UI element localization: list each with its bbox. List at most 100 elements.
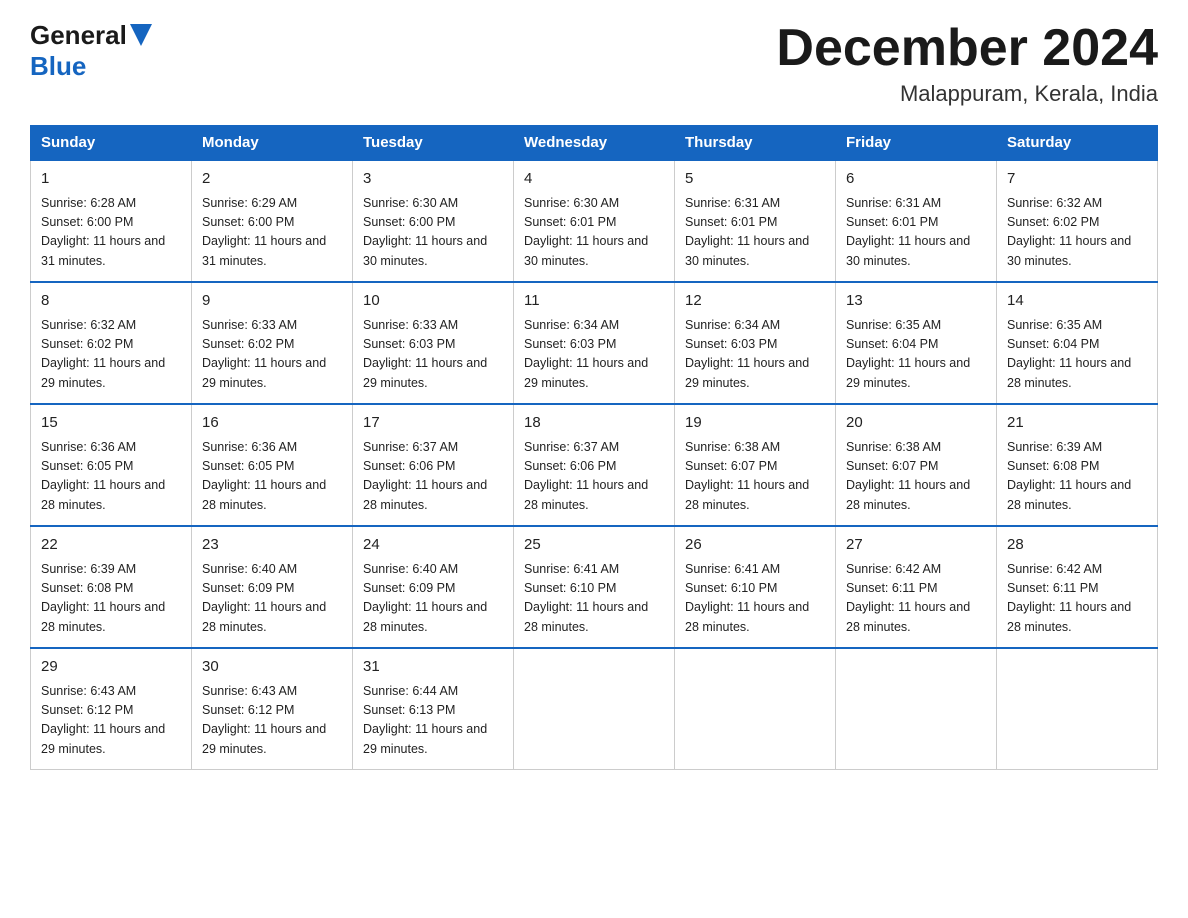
day-info: Sunrise: 6:36 AMSunset: 6:05 PMDaylight:…: [202, 438, 342, 516]
calendar-day-cell: 21Sunrise: 6:39 AMSunset: 6:08 PMDayligh…: [997, 404, 1158, 526]
calendar-day-header: Thursday: [675, 126, 836, 161]
calendar-day-cell: 14 Sunrise: 6:35 AMSunset: 6:04 PMDayligh…: [997, 282, 1158, 404]
logo-arrow-icon: [130, 24, 152, 46]
day-number: 6: [846, 168, 986, 191]
day-info: Sunrise: 6:43 AMSunset: 6:12 PMDaylight:…: [41, 682, 181, 760]
day-info: Sunrise: 6:40 AMSunset: 6:09 PMDaylight:…: [202, 560, 342, 638]
logo: General Blue: [30, 20, 152, 82]
day-info: Sunrise: 6:30 AMSunset: 6:01 PMDaylight:…: [524, 194, 664, 272]
calendar-day-cell: 23 Sunrise: 6:40 AMSunset: 6:09 PMDayligh…: [192, 526, 353, 648]
day-info: Sunrise: 6:28 AMSunset: 6:00 PMDaylight:…: [41, 194, 181, 272]
day-info: Sunrise: 6:35 AMSunset: 6:04 PMDaylight:…: [1007, 316, 1147, 394]
calendar-week-row: 8 Sunrise: 6:32 AMSunset: 6:02 PMDaylight…: [31, 282, 1158, 404]
title-block: December 2024 Malappuram, Kerala, India: [776, 20, 1158, 107]
day-info: Sunrise: 6:32 AMSunset: 6:02 PMDaylight:…: [41, 316, 181, 394]
calendar-day-cell: 5 Sunrise: 6:31 AMSunset: 6:01 PMDaylight…: [675, 160, 836, 282]
day-number: 17: [363, 412, 503, 435]
calendar-empty-cell: [514, 648, 675, 770]
day-info: Sunrise: 6:34 AMSunset: 6:03 PMDaylight:…: [685, 316, 825, 394]
day-number: 2: [202, 168, 342, 191]
day-number: 18: [524, 412, 664, 435]
day-info: Sunrise: 6:36 AMSunset: 6:05 PMDaylight:…: [41, 438, 181, 516]
calendar-day-cell: 6 Sunrise: 6:31 AMSunset: 6:01 PMDaylight…: [836, 160, 997, 282]
calendar-week-row: 1 Sunrise: 6:28 AMSunset: 6:00 PMDaylight…: [31, 160, 1158, 282]
calendar-day-header: Tuesday: [353, 126, 514, 161]
day-info: Sunrise: 6:42 AMSunset: 6:11 PMDaylight:…: [1007, 560, 1147, 638]
day-number: 14: [1007, 290, 1147, 313]
calendar-day-cell: 29 Sunrise: 6:43 AMSunset: 6:12 PMDayligh…: [31, 648, 192, 770]
day-info: Sunrise: 6:35 AMSunset: 6:04 PMDaylight:…: [846, 316, 986, 394]
calendar-day-cell: 30Sunrise: 6:43 AMSunset: 6:12 PMDayligh…: [192, 648, 353, 770]
day-info: Sunrise: 6:39 AMSunset: 6:08 PMDaylight:…: [41, 560, 181, 638]
calendar-day-cell: 9 Sunrise: 6:33 AMSunset: 6:02 PMDaylight…: [192, 282, 353, 404]
day-number: 5: [685, 168, 825, 191]
day-number: 10: [363, 290, 503, 313]
calendar-empty-cell: [836, 648, 997, 770]
day-info: Sunrise: 6:31 AMSunset: 6:01 PMDaylight:…: [846, 194, 986, 272]
day-info: Sunrise: 6:33 AMSunset: 6:03 PMDaylight:…: [363, 316, 503, 394]
calendar-week-row: 22 Sunrise: 6:39 AMSunset: 6:08 PMDayligh…: [31, 526, 1158, 648]
calendar-day-cell: 8 Sunrise: 6:32 AMSunset: 6:02 PMDaylight…: [31, 282, 192, 404]
calendar-day-cell: 15 Sunrise: 6:36 AMSunset: 6:05 PMDayligh…: [31, 404, 192, 526]
calendar-week-row: 29 Sunrise: 6:43 AMSunset: 6:12 PMDayligh…: [31, 648, 1158, 770]
logo-blue-text: Blue: [30, 51, 86, 82]
calendar-header-row: SundayMondayTuesdayWednesdayThursdayFrid…: [31, 126, 1158, 161]
day-number: 13: [846, 290, 986, 313]
calendar-day-cell: 18 Sunrise: 6:37 AMSunset: 6:06 PMDayligh…: [514, 404, 675, 526]
day-number: 1: [41, 168, 181, 191]
calendar-day-cell: 24 Sunrise: 6:40 AMSunset: 6:09 PMDayligh…: [353, 526, 514, 648]
day-number: 15: [41, 412, 181, 435]
day-number: 26: [685, 534, 825, 557]
day-number: 24: [363, 534, 503, 557]
calendar-day-header: Friday: [836, 126, 997, 161]
calendar-table: SundayMondayTuesdayWednesdayThursdayFrid…: [30, 125, 1158, 770]
day-number: 29: [41, 656, 181, 679]
calendar-day-cell: 7 Sunrise: 6:32 AMSunset: 6:02 PMDaylight…: [997, 160, 1158, 282]
day-info: Sunrise: 6:37 AMSunset: 6:06 PMDaylight:…: [363, 438, 503, 516]
day-number: 27: [846, 534, 986, 557]
calendar-day-cell: 27Sunrise: 6:42 AMSunset: 6:11 PMDayligh…: [836, 526, 997, 648]
day-number: 3: [363, 168, 503, 191]
calendar-day-cell: 17 Sunrise: 6:37 AMSunset: 6:06 PMDayligh…: [353, 404, 514, 526]
calendar-day-cell: 22 Sunrise: 6:39 AMSunset: 6:08 PMDayligh…: [31, 526, 192, 648]
day-number: 12: [685, 290, 825, 313]
day-number: 16: [202, 412, 342, 435]
calendar-day-cell: 19 Sunrise: 6:38 AMSunset: 6:07 PMDayligh…: [675, 404, 836, 526]
day-info: Sunrise: 6:41 AMSunset: 6:10 PMDaylight:…: [524, 560, 664, 638]
day-number: 22: [41, 534, 181, 557]
day-info: Sunrise: 6:37 AMSunset: 6:06 PMDaylight:…: [524, 438, 664, 516]
day-number: 23: [202, 534, 342, 557]
calendar-day-cell: 16 Sunrise: 6:36 AMSunset: 6:05 PMDayligh…: [192, 404, 353, 526]
calendar-day-cell: 28Sunrise: 6:42 AMSunset: 6:11 PMDayligh…: [997, 526, 1158, 648]
calendar-empty-cell: [675, 648, 836, 770]
day-number: 4: [524, 168, 664, 191]
day-info: Sunrise: 6:31 AMSunset: 6:01 PMDaylight:…: [685, 194, 825, 272]
calendar-day-cell: 10 Sunrise: 6:33 AMSunset: 6:03 PMDayligh…: [353, 282, 514, 404]
calendar-day-header: Monday: [192, 126, 353, 161]
day-info: Sunrise: 6:40 AMSunset: 6:09 PMDaylight:…: [363, 560, 503, 638]
day-number: 25: [524, 534, 664, 557]
day-info: Sunrise: 6:33 AMSunset: 6:02 PMDaylight:…: [202, 316, 342, 394]
calendar-day-cell: 1 Sunrise: 6:28 AMSunset: 6:00 PMDaylight…: [31, 160, 192, 282]
calendar-day-cell: 31Sunrise: 6:44 AMSunset: 6:13 PMDayligh…: [353, 648, 514, 770]
day-info: Sunrise: 6:32 AMSunset: 6:02 PMDaylight:…: [1007, 194, 1147, 272]
day-number: 7: [1007, 168, 1147, 191]
day-number: 11: [524, 290, 664, 313]
day-number: 19: [685, 412, 825, 435]
calendar-day-cell: 13 Sunrise: 6:35 AMSunset: 6:04 PMDayligh…: [836, 282, 997, 404]
calendar-empty-cell: [997, 648, 1158, 770]
day-info: Sunrise: 6:34 AMSunset: 6:03 PMDaylight:…: [524, 316, 664, 394]
day-number: 8: [41, 290, 181, 313]
calendar-day-cell: 26 Sunrise: 6:41 AMSunset: 6:10 PMDayligh…: [675, 526, 836, 648]
calendar-day-cell: 25 Sunrise: 6:41 AMSunset: 6:10 PMDayligh…: [514, 526, 675, 648]
calendar-day-cell: 11 Sunrise: 6:34 AMSunset: 6:03 PMDayligh…: [514, 282, 675, 404]
day-number: 30: [202, 656, 342, 679]
day-info: Sunrise: 6:30 AMSunset: 6:00 PMDaylight:…: [363, 194, 503, 272]
calendar-day-cell: 4 Sunrise: 6:30 AMSunset: 6:01 PMDaylight…: [514, 160, 675, 282]
day-number: 9: [202, 290, 342, 313]
page-title: December 2024: [776, 20, 1158, 77]
day-info: Sunrise: 6:41 AMSunset: 6:10 PMDaylight:…: [685, 560, 825, 638]
calendar-day-header: Wednesday: [514, 126, 675, 161]
calendar-week-row: 15 Sunrise: 6:36 AMSunset: 6:05 PMDayligh…: [31, 404, 1158, 526]
day-info: Sunrise: 6:38 AMSunset: 6:07 PMDaylight:…: [685, 438, 825, 516]
